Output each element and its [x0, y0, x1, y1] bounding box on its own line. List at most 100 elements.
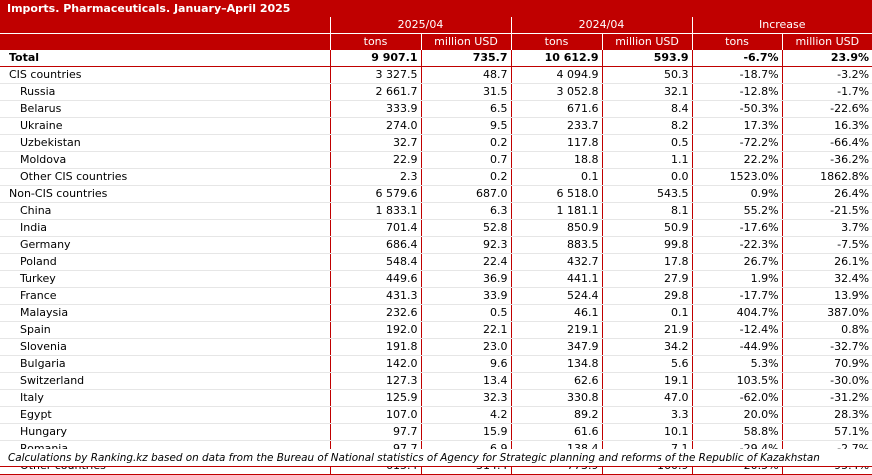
- cell-value: 134.8: [510, 355, 603, 373]
- cell-value: 89.2: [510, 406, 603, 424]
- cell-value: 50.3: [601, 66, 693, 84]
- cell-value: -21.5%: [781, 202, 872, 220]
- table-body: Total 9 907.1 735.7 10 612.9 593.9 -6.7% 23.9%…: [0, 50, 872, 475]
- cell-value: -62.0%: [691, 389, 783, 407]
- cell-value: -1.7%: [781, 83, 872, 101]
- row-label: Italy: [0, 389, 330, 407]
- cell-value: -66.4%: [781, 134, 872, 152]
- cell-value: 191.8: [329, 338, 421, 356]
- cell-value: 543.5: [601, 185, 693, 203]
- cell-value: 850.9: [510, 219, 603, 237]
- cell-value: 23.9%: [781, 50, 872, 67]
- table-row: Spain 192.0 22.1 219.1 21.9 -12.4% 0.8%: [0, 321, 872, 339]
- row-label: Uzbekistan: [0, 134, 330, 152]
- cell-value: -44.9%: [691, 338, 783, 356]
- table-row: China 1 833.1 6.3 1 181.1 8.1 55.2% -21.5%: [0, 202, 872, 220]
- cell-value: 34.2: [601, 338, 693, 356]
- cell-value: -3.2%: [781, 66, 872, 84]
- table-title: Imports. Pharmaceuticals. January–April …: [0, 0, 872, 17]
- row-label: Hungary: [0, 423, 330, 441]
- table-row: Germany 686.4 92.3 883.5 99.8 -22.3% -7.5%: [0, 236, 872, 254]
- cell-value: 117.8: [510, 134, 603, 152]
- cell-value: 2.3: [329, 168, 421, 186]
- row-label: Turkey: [0, 270, 330, 288]
- cell-value: 26.7%: [691, 253, 783, 271]
- table-row: India 701.4 52.8 850.9 50.9 -17.6% 3.7%: [0, 219, 872, 237]
- cell-value: 232.6: [329, 304, 421, 322]
- cell-value: -32.7%: [781, 338, 872, 356]
- cell-value: -22.3%: [691, 236, 783, 254]
- cell-value: 9 907.1: [329, 50, 421, 67]
- cell-value: 15.9: [420, 423, 512, 441]
- cell-value: 8.1: [601, 202, 693, 220]
- cell-value: 233.7: [510, 117, 603, 135]
- table-row: Switzerland 127.3 13.4 62.6 19.1 103.5% -30.0%: [0, 372, 872, 390]
- table-row: Italy 125.9 32.3 330.8 47.0 -62.0% -31.2%: [0, 389, 872, 407]
- cell-value: 21.9: [601, 321, 693, 339]
- table-row: Total 9 907.1 735.7 10 612.9 593.9 -6.7% 23.9%: [0, 50, 872, 67]
- cell-value: -6.7%: [691, 50, 783, 67]
- row-label: Bulgaria: [0, 355, 330, 373]
- cell-value: 0.0: [601, 168, 693, 186]
- cell-value: 441.1: [510, 270, 603, 288]
- cell-value: -12.8%: [691, 83, 783, 101]
- row-label: Non-CIS countries: [0, 185, 330, 203]
- cell-value: -17.7%: [691, 287, 783, 305]
- row-label: Switzerland: [0, 372, 330, 390]
- cell-value: 0.5: [601, 134, 693, 152]
- cell-value: 1523.0%: [691, 168, 783, 186]
- row-label: Egypt: [0, 406, 330, 424]
- cell-value: 97.7: [329, 423, 421, 441]
- cell-value: 524.4: [510, 287, 603, 305]
- cell-value: 20.0%: [691, 406, 783, 424]
- cell-value: 347.9: [510, 338, 603, 356]
- cell-value: 36.9: [420, 270, 512, 288]
- cell-value: 330.8: [510, 389, 603, 407]
- cell-value: 387.0%: [781, 304, 872, 322]
- cell-value: 99.8: [601, 236, 693, 254]
- cell-value: 8.2: [601, 117, 693, 135]
- header-corner: [0, 17, 330, 34]
- header-corner-2: [0, 33, 330, 50]
- cell-value: 686.4: [329, 236, 421, 254]
- table-row: Turkey 449.6 36.9 441.1 27.9 1.9% 32.4%: [0, 270, 872, 288]
- cell-value: 0.5: [420, 304, 512, 322]
- cell-value: 432.7: [510, 253, 603, 271]
- cell-value: 4 094.9: [510, 66, 603, 84]
- cell-value: 10.1: [601, 423, 693, 441]
- cell-value: 28.3%: [781, 406, 872, 424]
- cell-value: 22.1: [420, 321, 512, 339]
- cell-value: 0.8%: [781, 321, 872, 339]
- cell-value: 1.9%: [691, 270, 783, 288]
- row-label: Malaysia: [0, 304, 330, 322]
- table-row: Hungary 97.7 15.9 61.6 10.1 58.8% 57.1%: [0, 423, 872, 441]
- header-unit: million USD: [601, 33, 693, 50]
- cell-value: 1.1: [601, 151, 693, 169]
- cell-value: 50.9: [601, 219, 693, 237]
- cell-value: 6.5: [420, 100, 512, 118]
- header-unit: million USD: [420, 33, 512, 50]
- cell-value: 3 327.5: [329, 66, 421, 84]
- cell-value: 55.2%: [691, 202, 783, 220]
- row-label: Spain: [0, 321, 330, 339]
- table-row: Bulgaria 142.0 9.6 134.8 5.6 5.3% 70.9%: [0, 355, 872, 373]
- header-unit: tons: [691, 33, 783, 50]
- cell-value: 1 833.1: [329, 202, 421, 220]
- cell-value: -22.6%: [781, 100, 872, 118]
- cell-value: 22.4: [420, 253, 512, 271]
- table-row: Other CIS countries 2.3 0.2 0.1 0.0 1523.0% 18…: [0, 168, 872, 186]
- cell-value: 32.3: [420, 389, 512, 407]
- cell-value: -30.0%: [781, 372, 872, 390]
- cell-value: 687.0: [420, 185, 512, 203]
- cell-value: 46.1: [510, 304, 603, 322]
- header-unit: tons: [329, 33, 421, 50]
- table-row: France 431.3 33.9 524.4 29.8 -17.7% 13.9%: [0, 287, 872, 305]
- cell-value: -17.6%: [691, 219, 783, 237]
- cell-value: -72.2%: [691, 134, 783, 152]
- cell-value: 92.3: [420, 236, 512, 254]
- row-label: India: [0, 219, 330, 237]
- cell-value: 61.6: [510, 423, 603, 441]
- cell-value: 883.5: [510, 236, 603, 254]
- cell-value: 548.4: [329, 253, 421, 271]
- header-unit: million USD: [781, 33, 872, 50]
